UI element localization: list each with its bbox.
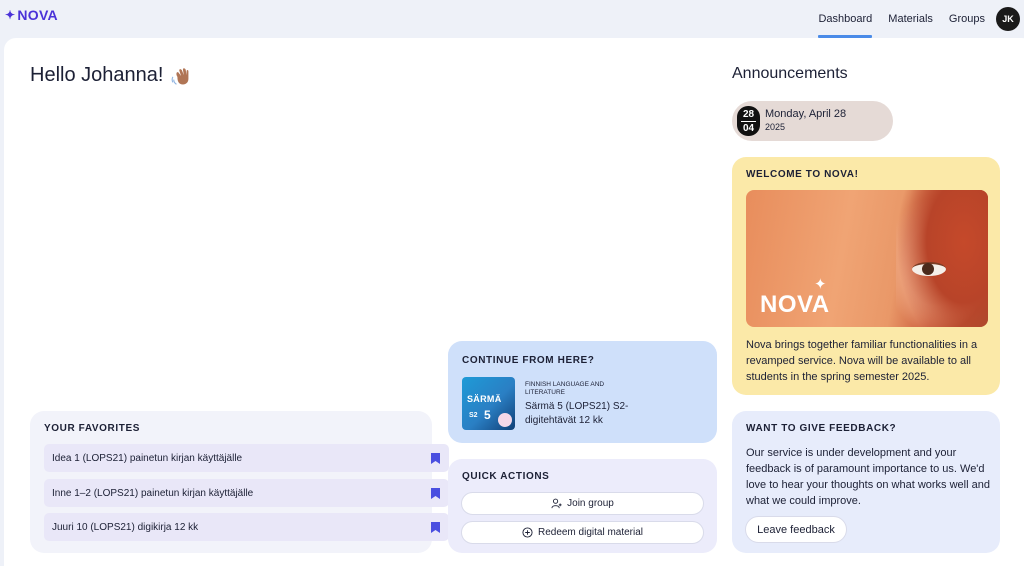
nav-groups[interactable]: Groups bbox=[949, 0, 985, 38]
bookmark-icon[interactable] bbox=[431, 452, 440, 464]
user-avatar[interactable]: JK bbox=[996, 7, 1020, 31]
book-cover-number: 5 bbox=[484, 408, 491, 422]
feedback-title: WANT TO GIVE FEEDBACK? bbox=[746, 423, 897, 434]
favorite-item[interactable]: Idea 1 (LOPS21) painetun kirjan käyttäjä… bbox=[44, 444, 449, 472]
date-year: 2025 bbox=[765, 122, 786, 132]
hair-shape bbox=[898, 190, 988, 327]
welcome-title: WELCOME TO NOVA! bbox=[746, 169, 859, 180]
book-cover-tag: S2 bbox=[469, 412, 478, 419]
quick-actions-card: QUICK ACTIONS Join group Redeem digital … bbox=[448, 459, 717, 553]
continue-card: CONTINUE FROM HERE? SÄRMÄ S2 5 FINNISH L… bbox=[448, 341, 717, 443]
date-divider bbox=[741, 120, 756, 122]
favorite-label: Inne 1–2 (LOPS21) painetun kirjan käyttä… bbox=[52, 487, 254, 499]
continue-title: CONTINUE FROM HERE? bbox=[462, 355, 595, 366]
logo-text: NOVA bbox=[17, 7, 58, 23]
date-month: 04 bbox=[742, 122, 755, 134]
welcome-image: ✦ NOVA bbox=[746, 190, 988, 327]
favorite-item[interactable]: Inne 1–2 (LOPS21) painetun kirjan käyttä… bbox=[44, 479, 449, 507]
sparkle-icon: ✦ bbox=[5, 8, 16, 22]
nav-dashboard[interactable]: Dashboard bbox=[818, 0, 872, 38]
plus-circle-icon bbox=[522, 527, 533, 538]
date-text: Monday, April 28 2025 bbox=[765, 108, 846, 132]
favorite-item[interactable]: Juuri 10 (LOPS21) digikirja 12 kk bbox=[44, 513, 449, 541]
welcome-image-brand: NOVA bbox=[760, 291, 830, 318]
top-bar: ✦ NOVA Dashboard Materials Groups JK bbox=[0, 0, 1024, 38]
leave-feedback-button[interactable]: Leave feedback bbox=[745, 516, 847, 543]
bookmark-icon[interactable] bbox=[431, 487, 440, 499]
material-subject: FINNISH LANGUAGE AND LITERATURE bbox=[525, 381, 605, 396]
main-nav: Dashboard Materials Groups JK bbox=[818, 0, 1024, 38]
favorites-title: YOUR FAVORITES bbox=[44, 423, 141, 434]
material-title[interactable]: Särmä 5 (LOPS21) S2-digitehtävät 12 kk bbox=[525, 400, 645, 428]
greeting-heading: Hello Johanna! bbox=[30, 64, 193, 87]
date-day: 28 bbox=[742, 108, 755, 120]
feedback-card: WANT TO GIVE FEEDBACK? Our service is un… bbox=[732, 411, 1000, 553]
favorites-card: YOUR FAVORITES Idea 1 (LOPS21) painetun … bbox=[30, 411, 449, 553]
join-group-label: Join group bbox=[567, 498, 614, 509]
join-group-button[interactable]: Join group bbox=[461, 492, 704, 515]
greeting-text: Hello Johanna! bbox=[30, 64, 164, 86]
redeem-material-label: Redeem digital material bbox=[537, 527, 644, 538]
redeem-material-button[interactable]: Redeem digital material bbox=[461, 521, 704, 544]
book-cover[interactable]: SÄRMÄ S2 5 bbox=[462, 377, 515, 430]
nav-materials[interactable]: Materials bbox=[888, 0, 933, 38]
favorite-label: Juuri 10 (LOPS21) digikirja 12 kk bbox=[52, 521, 199, 533]
date-label: Monday, April 28 bbox=[765, 108, 847, 120]
date-badge: 28 04 bbox=[737, 106, 760, 136]
user-plus-icon bbox=[551, 498, 562, 509]
quick-actions-title: QUICK ACTIONS bbox=[462, 471, 550, 482]
nova-logo[interactable]: ✦ NOVA bbox=[5, 7, 58, 23]
iris-shape bbox=[922, 263, 934, 275]
bookmark-icon[interactable] bbox=[431, 521, 440, 533]
book-cover-title: SÄRMÄ bbox=[467, 394, 502, 404]
announcements-title: Announcements bbox=[732, 65, 848, 82]
favorite-label: Idea 1 (LOPS21) painetun kirjan käyttäjä… bbox=[52, 452, 243, 464]
waving-hand-icon bbox=[172, 67, 189, 85]
welcome-card: WELCOME TO NOVA! ✦ NOVA Nova brings toge… bbox=[732, 157, 1000, 395]
announcement-date: 28 04 Monday, April 28 2025 bbox=[732, 101, 893, 141]
lops-badge bbox=[498, 413, 512, 427]
feedback-text: Our service is under development and you… bbox=[746, 447, 990, 507]
welcome-text: Nova brings together familiar functional… bbox=[746, 339, 978, 383]
